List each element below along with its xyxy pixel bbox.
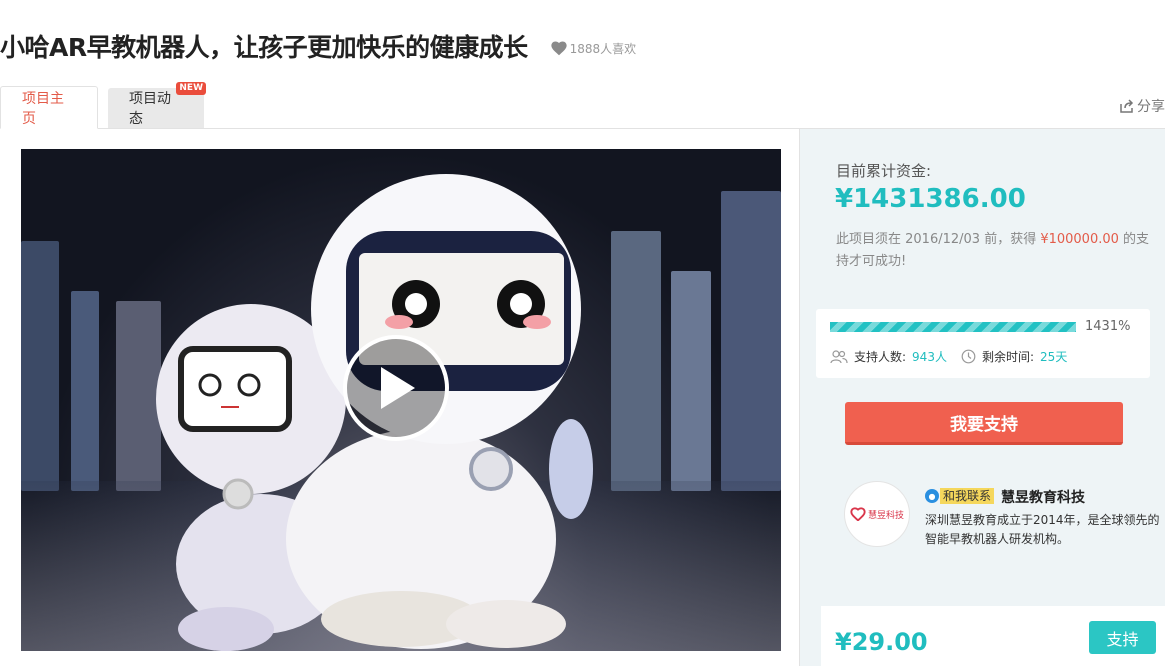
qq-icon: ● (925, 489, 939, 503)
project-title: 小哈AR早教机器人，让孩子更加快乐的健康成长 (0, 33, 528, 62)
goal-text: 此项目须在 2016/12/03 前，获得 ¥100000.00 的支持才可成功… (836, 229, 1161, 273)
time-label: 剩余时间: (982, 350, 1035, 364)
organization-description: 深圳慧昱教育成立于2014年，是全球领先的智能早教机器人研发机构。 (925, 513, 1160, 546)
goal-prefix: 此项目须在 2016/12/03 前，获得 (836, 232, 1041, 247)
contact-label: 和我联系 (940, 488, 995, 504)
like-button[interactable]: 1888人喜欢 (550, 40, 637, 57)
reward-card: ¥29.00 支持 (821, 606, 1165, 666)
organization-name[interactable]: 慧昱教育科技 (1001, 487, 1085, 507)
reward-support-button[interactable]: 支持 (1089, 621, 1156, 654)
project-video[interactable] (21, 149, 781, 651)
supporters-label: 支持人数: (854, 350, 907, 364)
heart-icon (550, 41, 567, 56)
reward-price: ¥29.00 (835, 628, 928, 656)
share-button[interactable]: 分享 (1119, 96, 1165, 116)
time-value: 25天 (1040, 350, 1068, 364)
play-icon (381, 367, 415, 409)
progress-card: 1431% 支持人数: 943人 剩余时间: 25天 (816, 309, 1150, 378)
supporters-stat: 支持人数: 943人 (830, 348, 947, 365)
supporters-value: 943人 (912, 350, 947, 364)
clock-icon (961, 349, 976, 364)
users-icon (830, 349, 848, 363)
tab-project-updates[interactable]: 项目动态 NEW (108, 82, 206, 128)
tab-label: 项目主页 (22, 90, 64, 127)
organization-card: 慧昱科技 ● 和我联系 慧昱教育科技 深圳慧昱教育成立于2014年，是全球领先的… (844, 481, 1164, 551)
time-left-stat: 剩余时间: 25天 (961, 348, 1067, 365)
logo-text: 慧昱科技 (867, 510, 904, 521)
logo-heart-icon (850, 507, 866, 521)
contact-button[interactable]: ● 和我联系 (925, 488, 995, 504)
goal-amount: ¥100000.00 (1040, 232, 1119, 247)
play-button[interactable] (343, 335, 449, 441)
likes-count: 1888人喜欢 (569, 41, 637, 56)
tab-bar: 项目主页 项目动态 NEW (0, 82, 214, 129)
title-row: 小哈AR早教机器人，让孩子更加快乐的健康成长 1888人喜欢 (0, 28, 636, 64)
progress-percent: 1431% (1085, 319, 1131, 334)
new-badge: NEW (176, 82, 206, 95)
progress-bar-fill (830, 322, 1076, 332)
share-label: 分享 (1137, 99, 1165, 115)
raised-label: 目前累计资金: (836, 162, 932, 180)
raised-amount: ¥1431386.00 (835, 184, 1026, 214)
progress-bar (830, 322, 1076, 332)
share-icon (1120, 99, 1134, 113)
organization-logo[interactable]: 慧昱科技 (844, 481, 910, 547)
tab-label: 项目动态 (129, 91, 171, 127)
funding-sidebar: 目前累计资金: ¥1431386.00 此项目须在 2016/12/03 前，获… (799, 129, 1165, 666)
tab-project-home[interactable]: 项目主页 (0, 86, 98, 129)
support-button[interactable]: 我要支持 (845, 402, 1123, 445)
